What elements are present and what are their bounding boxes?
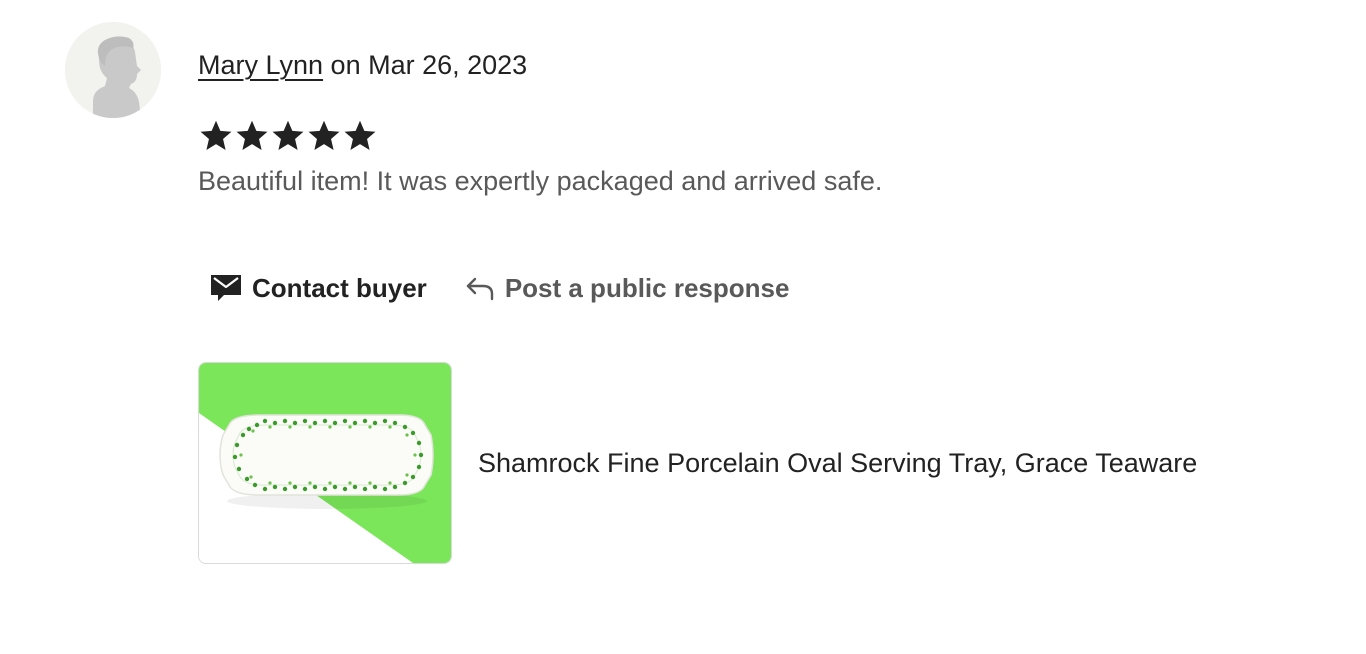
review-meta: Mary Lynn on Mar 26, 2023 — [198, 48, 527, 82]
contact-buyer-button[interactable]: Contact buyer — [198, 262, 441, 314]
post-public-response-label: Post a public response — [504, 272, 790, 303]
review-card: Mary Lynn on Mar 26, 2023 Beautiful item… — [0, 0, 1366, 654]
review-text: Beautiful item! It was expertly packaged… — [198, 166, 883, 196]
star-filled-icon — [344, 120, 376, 150]
reviewed-listing: Shamrock Fine Porcelain Oval Serving Tra… — [198, 362, 1197, 564]
reviewer-avatar[interactable] — [65, 22, 161, 118]
envelope-icon — [210, 273, 242, 303]
star-filled-icon — [236, 120, 268, 150]
porcelain-tray-image — [199, 363, 451, 563]
review-date: on Mar 26, 2023 — [323, 50, 528, 80]
star-filled-icon — [308, 120, 340, 150]
post-public-response-button[interactable]: Post a public response — [465, 262, 804, 314]
listing-thumbnail[interactable] — [198, 362, 452, 564]
contact-buyer-label: Contact buyer — [252, 272, 427, 303]
star-filled-icon — [272, 120, 304, 150]
person-silhouette-icon — [65, 22, 161, 118]
star-filled-icon — [200, 120, 232, 150]
reviewer-name-link[interactable]: Mary Lynn — [198, 50, 323, 80]
listing-title-link[interactable]: Shamrock Fine Porcelain Oval Serving Tra… — [478, 446, 1197, 480]
review-actions: Contact buyer Post a public response — [198, 262, 803, 314]
star-rating — [198, 118, 378, 156]
reply-arrow-icon — [465, 275, 495, 301]
